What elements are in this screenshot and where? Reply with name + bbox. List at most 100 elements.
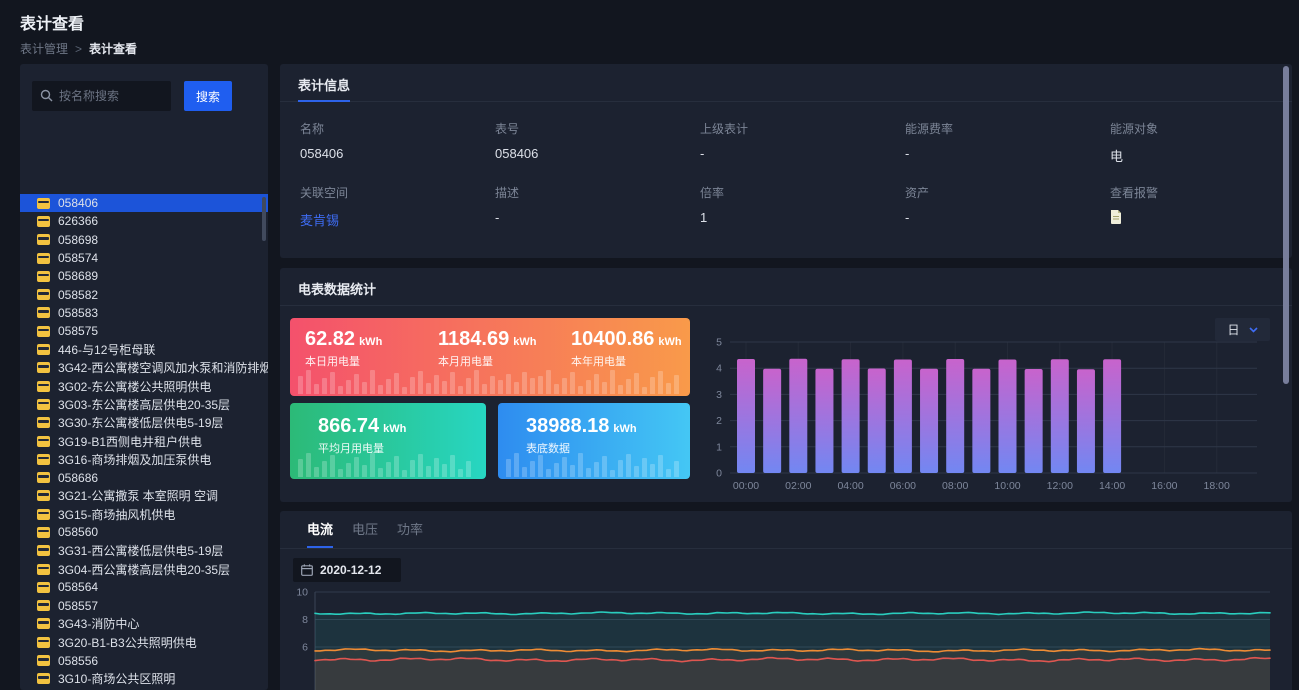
info-field-label: 能源费率	[905, 120, 1110, 137]
stat-label: 本月用电量	[438, 353, 571, 369]
list-item[interactable]: 058406	[20, 194, 268, 212]
list-item-label: 3G31-西公寓楼低层供电5-19层	[58, 542, 223, 559]
date-picker[interactable]: 2020-12-12	[293, 558, 401, 582]
stat-label: 平均月用电量	[318, 440, 486, 456]
meter-icon	[37, 490, 50, 501]
deco-bar	[514, 453, 519, 477]
list-item-label: 058583	[58, 306, 98, 320]
deco-bar	[362, 465, 367, 477]
deco-bar	[666, 469, 671, 477]
list-item[interactable]: 3G10-商场公共区照明	[20, 670, 268, 688]
deco-bar	[674, 461, 679, 477]
list-item[interactable]: 3G21-公寓撒泵 本室照明 空调	[20, 487, 268, 505]
list-scrollbar[interactable]	[262, 197, 266, 241]
list-item[interactable]: 3G42-西公寓楼空调风加水泵和消防排烟风机加压	[20, 359, 268, 377]
search-input[interactable]	[32, 81, 171, 111]
meter-icon	[37, 527, 50, 538]
info-field-label: 查看报警	[1110, 184, 1282, 201]
deco-bar	[402, 470, 407, 477]
meter-info-panel: 表计信息 名称058406表号058406上级表计-能源费率-能源对象电关联空间…	[280, 64, 1292, 258]
svg-text:3: 3	[716, 389, 722, 401]
list-item[interactable]: 058564	[20, 578, 268, 596]
meter-icon	[37, 655, 50, 666]
list-item[interactable]: 3G20-B1-B3公共照明供电	[20, 633, 268, 651]
meter-icon	[37, 399, 50, 410]
list-item[interactable]: 3G16-商场排烟及加压泵供电	[20, 450, 268, 468]
list-item[interactable]: 3G31-西公寓楼低层供电5-19层	[20, 542, 268, 560]
list-item-label: 058556	[58, 654, 98, 668]
current-line-chart[interactable]: 1086	[280, 511, 1292, 690]
stat-value-row: 62.82kWh	[305, 329, 438, 349]
main-scrollbar[interactable]	[1283, 66, 1289, 384]
list-item-label: 058582	[58, 288, 98, 302]
list-item[interactable]: 058560	[20, 523, 268, 541]
tab-underline	[298, 100, 350, 102]
tab-meter-info[interactable]: 表计信息	[298, 75, 350, 94]
stat-unit: kWh	[658, 336, 681, 348]
related-space-link[interactable]: 麦肯锡	[300, 210, 495, 229]
info-field-label: 倍率	[700, 184, 905, 201]
deco-bar	[594, 462, 599, 477]
list-item[interactable]: 446-与12号柜母联	[20, 340, 268, 358]
stat-value-row: 1184.69kWh	[438, 329, 571, 349]
usage-bar-chart[interactable]: 01234500:0002:0004:0006:0008:0010:0012:0…	[710, 326, 1290, 498]
meter-icon	[37, 216, 50, 227]
breadcrumb-current: 表计查看	[89, 42, 137, 56]
deco-bar	[370, 453, 375, 477]
deco-bars	[298, 453, 478, 477]
search-button[interactable]: 搜索	[184, 81, 232, 111]
deco-bar	[618, 460, 623, 477]
page-title: 表计查看	[20, 10, 84, 34]
list-item[interactable]: 3G43-消防中心	[20, 615, 268, 633]
deco-bar	[418, 454, 423, 477]
list-item[interactable]: 3G19-B1西侧电井租户供电	[20, 432, 268, 450]
deco-bar	[442, 464, 447, 477]
stat-value: 866.74	[318, 416, 379, 436]
meter-icon	[37, 289, 50, 300]
info-field-label: 上级表计	[700, 120, 905, 137]
deco-bar	[306, 453, 311, 477]
stat-card-monthly-average: 866.74 kWh 平均月用电量	[290, 403, 486, 479]
list-item[interactable]: 3G15-商场抽风机供电	[20, 505, 268, 523]
meter-icon	[37, 637, 50, 648]
breadcrumb-root[interactable]: 表计管理	[20, 42, 68, 56]
view-alarm-report-icon[interactable]	[1110, 210, 1282, 227]
info-field: 能源费率-	[905, 120, 1110, 165]
deco-bar	[658, 455, 663, 477]
list-item[interactable]: 058574	[20, 249, 268, 267]
list-item[interactable]: 3G02-东公寓楼公共照明供电	[20, 377, 268, 395]
search-row: 搜索	[32, 81, 232, 111]
meter-icon	[37, 234, 50, 245]
svg-text:1: 1	[716, 441, 722, 453]
deco-bar	[426, 466, 431, 477]
list-item[interactable]: 626366	[20, 212, 268, 230]
deco-bar	[570, 465, 575, 477]
meter-icon	[37, 344, 50, 355]
deco-bar	[466, 461, 471, 477]
svg-text:6: 6	[302, 642, 308, 654]
deco-bar	[410, 460, 415, 477]
list-item[interactable]: 058686	[20, 468, 268, 486]
stat-unit: kWh	[513, 336, 536, 348]
stat-value: 62.82	[305, 329, 355, 349]
meter-stats-panel: 电表数据统计 62.82kWh本日用电量1184.69kWh本月用电量10400…	[280, 268, 1292, 502]
info-field-label: 表号	[495, 120, 700, 137]
list-item[interactable]: 058582	[20, 285, 268, 303]
list-item[interactable]: 3G03-东公寓楼高层供电20-35层	[20, 395, 268, 413]
list-item[interactable]: 3G04-西公寓楼高层供电20-35层	[20, 560, 268, 578]
list-item-label: 058560	[58, 525, 98, 539]
list-item[interactable]: 058689	[20, 267, 268, 285]
list-item[interactable]: 058556	[20, 651, 268, 669]
list-item[interactable]: 058557	[20, 597, 268, 615]
list-item[interactable]: 058583	[20, 304, 268, 322]
stat-unit: kWh	[383, 423, 406, 435]
stat-block: 1184.69kWh 本月用电量	[438, 329, 571, 396]
list-item[interactable]: 3G30-东公寓楼低层供电5-19层	[20, 414, 268, 432]
svg-text:2: 2	[716, 415, 722, 427]
electrical-chart-panel: 电流电压功率 1086 2020-12-12	[280, 511, 1292, 690]
list-item[interactable]: 058575	[20, 322, 268, 340]
list-item[interactable]: 058698	[20, 231, 268, 249]
info-field: 查看报警	[1110, 184, 1282, 229]
deco-bar	[554, 463, 559, 477]
info-field: 表号058406	[495, 120, 700, 165]
